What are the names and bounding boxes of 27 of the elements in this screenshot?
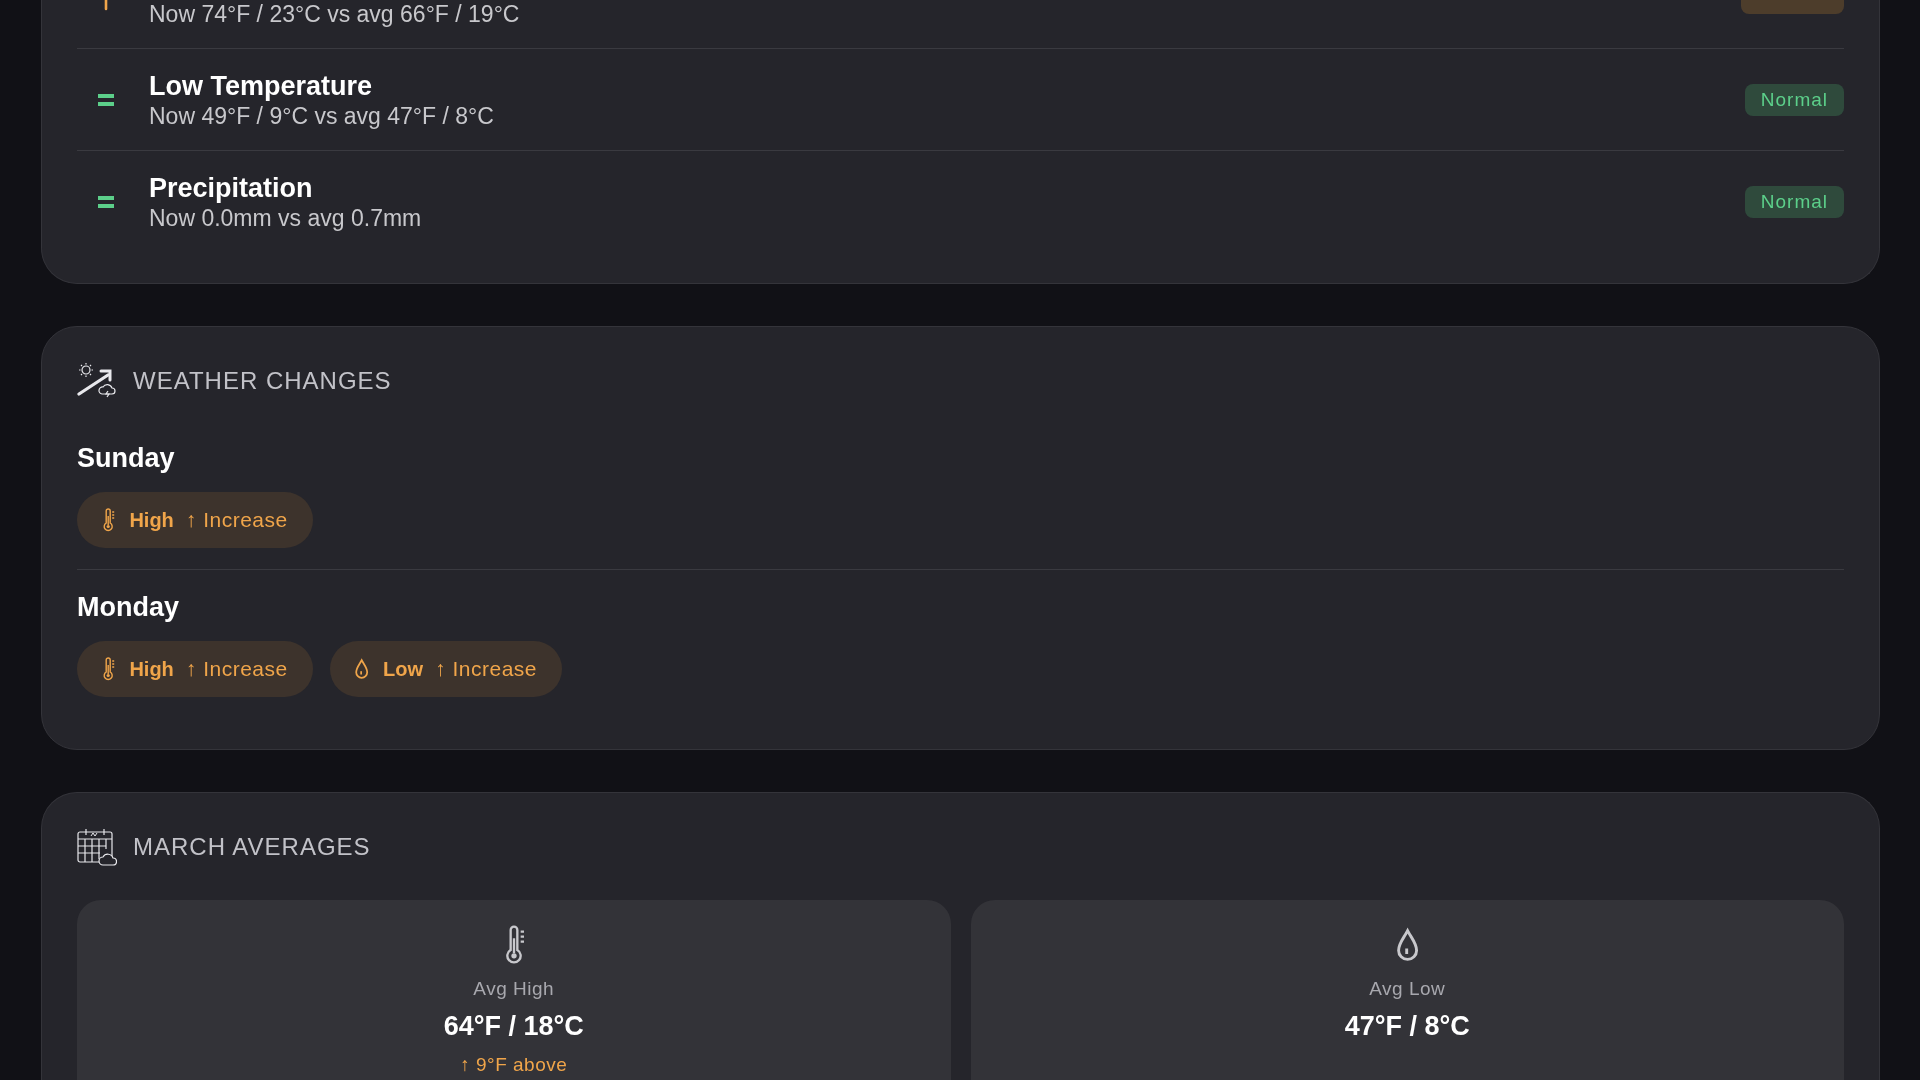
status-badge: Normal: [1744, 83, 1844, 116]
metric-title: Low Temperature: [149, 69, 374, 102]
change-chip: High ↑ Increase: [77, 641, 313, 697]
metric-detail: Now 49°F / 9°C vs avg 47°F / 8°C: [149, 101, 495, 130]
drop-icon: [1394, 927, 1420, 963]
status-badge: Normal: [1744, 185, 1844, 218]
metric-detail: Now 0.0mm vs avg 0.7mm: [149, 203, 423, 232]
drop-icon: [353, 658, 370, 680]
average-difference: ↑ 9°F above: [460, 1053, 568, 1077]
thermometer-icon: [101, 657, 116, 681]
average-value: 64°F / 18°C: [443, 1010, 584, 1043]
average-label: Avg Low: [1369, 977, 1446, 1001]
change-chip: Low ↑ Increase: [329, 641, 562, 697]
equals-icon: [98, 195, 114, 208]
section-title: MARCH AVERAGES: [133, 833, 371, 861]
section-title: WEATHER CHANGES: [133, 367, 392, 395]
average-value: 47°F / 8°C: [1344, 1010, 1470, 1043]
thermometer-icon: [101, 508, 116, 532]
equals-icon: [98, 93, 114, 106]
day-title: Monday: [77, 591, 180, 624]
change-chip: High ↑ Increase: [77, 492, 313, 548]
metric-detail: Now 74°F / 23°C vs avg 66°F / 19°C: [149, 0, 521, 28]
average-label: Avg High: [473, 977, 555, 1001]
day-title: Sunday: [77, 442, 176, 475]
sun-arrow-cloud-icon: [77, 363, 117, 399]
metric-title: Precipitation: [149, 171, 314, 204]
calendar-cloud-icon: [77, 827, 117, 867]
